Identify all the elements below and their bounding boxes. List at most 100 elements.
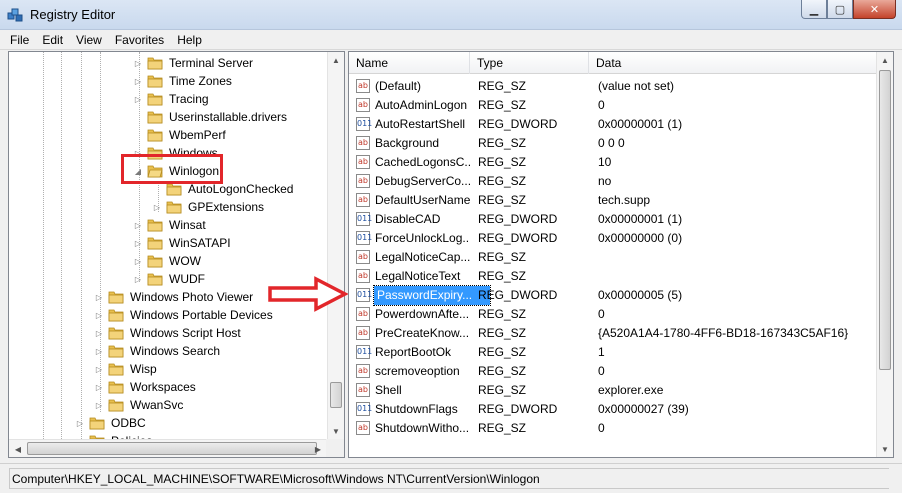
registry-value-row[interactable]: ab PowerdownAfte... REG_SZ 0 [349, 305, 877, 324]
list-scroll-up-icon[interactable]: ▲ [877, 52, 893, 68]
key-tree-pane[interactable]: ▷ Terminal Server ▷ Time Zones ▷ Tracing Useri… [8, 51, 345, 458]
expand-arrow-icon[interactable]: ▷ [94, 347, 104, 356]
string-value-icon: ab [356, 326, 370, 340]
tree-vertical-scrollbar[interactable]: ▲ ▼ [327, 52, 344, 439]
tree-vscroll-thumb[interactable] [330, 382, 342, 408]
maximize-button[interactable]: ▢ [827, 0, 853, 19]
list-vertical-scrollbar[interactable]: ▲ ▼ [876, 52, 893, 457]
value-name: DefaultUserName [375, 193, 470, 207]
registry-value-row[interactable]: 011 ShutdownFlags REG_DWORD 0x00000027 (39) [349, 400, 877, 419]
menu-help[interactable]: Help [177, 33, 202, 47]
tree-guide-line [81, 52, 82, 439]
folder-icon [108, 344, 124, 358]
tree-node[interactable]: ▷ Winsat [133, 216, 207, 234]
folder-icon [147, 56, 163, 70]
menu-edit[interactable]: Edit [42, 33, 63, 47]
registry-value-row[interactable]: ab (Default) REG_SZ (value not set) [349, 77, 877, 96]
registry-value-row[interactable]: ab ShutdownWitho... REG_SZ 0 [349, 419, 877, 438]
minimize-button[interactable]: ▁ [801, 0, 827, 19]
registry-value-row[interactable]: 011 ReportBootOk REG_SZ 1 [349, 343, 877, 362]
tree-node[interactable]: ▷ ODBC [75, 414, 147, 432]
expand-arrow-icon[interactable]: ▷ [94, 401, 104, 410]
menu-file[interactable]: File [10, 33, 29, 47]
registry-value-row[interactable]: ab LegalNoticeText REG_SZ [349, 267, 877, 286]
expand-arrow-icon[interactable]: ▷ [94, 293, 104, 302]
menu-favorites[interactable]: Favorites [115, 33, 164, 47]
window-title: Registry Editor [30, 7, 116, 22]
value-type: REG_SZ [478, 345, 527, 359]
value-name: AutoAdminLogon [375, 98, 468, 112]
expand-arrow-icon[interactable]: ▷ [94, 329, 104, 338]
tree-node[interactable]: WbemPerf [133, 126, 227, 144]
expand-arrow-icon[interactable]: ▷ [94, 383, 104, 392]
tree-node[interactable]: ▷ WOW [133, 252, 202, 270]
value-type: REG_SZ [478, 193, 527, 207]
registry-value-row[interactable]: ab AutoAdminLogon REG_SZ 0 [349, 96, 877, 115]
column-header-type[interactable]: Type [470, 52, 589, 74]
expand-arrow-icon[interactable]: ▷ [133, 275, 143, 284]
tree-node[interactable]: ▷ Terminal Server [133, 54, 254, 72]
expand-arrow-icon[interactable]: ▷ [133, 59, 143, 68]
value-data: 0x00000027 (39) [598, 402, 689, 416]
scroll-down-icon[interactable]: ▼ [328, 423, 344, 439]
expand-arrow-icon[interactable]: ▷ [133, 257, 143, 266]
value-data: {A520A1A4-1780-4FF6-BD18-167343C5AF16} [598, 326, 849, 340]
list-scroll-down-icon[interactable]: ▼ [877, 441, 893, 457]
registry-value-row[interactable]: ab PreCreateKnow... REG_SZ {A520A1A4-1780-4… [349, 324, 877, 343]
scroll-up-icon[interactable]: ▲ [328, 52, 344, 68]
tree-node[interactable]: ▷ Windows Portable Devices [94, 306, 274, 324]
tree-node[interactable]: ▷ GPExtensions [152, 198, 265, 216]
folder-icon [147, 254, 163, 268]
tree-node[interactable]: ▷ WUDF [133, 270, 206, 288]
list-vscroll-thumb[interactable] [879, 70, 891, 370]
registry-value-row[interactable]: ab DebugServerCo... REG_SZ no [349, 172, 877, 191]
expand-arrow-icon[interactable]: ▷ [133, 95, 143, 104]
folder-icon [89, 416, 105, 430]
registry-value-row[interactable]: ab CachedLogonsC... REG_SZ 10 [349, 153, 877, 172]
registry-value-row[interactable]: ab DefaultUserName REG_SZ tech.supp [349, 191, 877, 210]
tree-node[interactable]: ▷ Windows Script Host [94, 324, 242, 342]
registry-value-row[interactable]: 011 ForceUnlockLog... REG_DWORD 0x00000000 … [349, 229, 877, 248]
tree-node[interactable]: ▷ Windows Search [94, 342, 221, 360]
tree-node[interactable]: ▷ WinSATAPI [133, 234, 232, 252]
close-button[interactable]: ✕ [853, 0, 896, 19]
column-header-name[interactable]: Name [349, 52, 470, 74]
tree-hscroll-thumb[interactable] [27, 442, 317, 455]
expand-arrow-icon[interactable]: ▷ [94, 365, 104, 374]
tree-node[interactable]: ▷ Tracing [133, 90, 210, 108]
tree-node[interactable]: ▷Policies [75, 432, 153, 439]
registry-value-row[interactable]: 011 AutoRestartShell REG_DWORD 0x00000001 (… [349, 115, 877, 134]
expand-arrow-icon[interactable]: ▷ [152, 203, 162, 212]
tree-node[interactable]: ▷ Time Zones [133, 72, 233, 90]
expand-arrow-icon[interactable]: ▷ [75, 419, 85, 428]
column-header-data[interactable]: Data [589, 52, 877, 74]
expand-arrow-icon[interactable]: ▷ [133, 239, 143, 248]
registry-value-row[interactable]: 011 DisableCAD REG_DWORD 0x00000001 (1) [349, 210, 877, 229]
tree-node[interactable]: Userinstallable.drivers [133, 108, 288, 126]
tree-node[interactable]: ▷ Wisp [94, 360, 158, 378]
value-name: LegalNoticeText [375, 269, 461, 283]
tree-node[interactable]: ▷ WwanSvc [94, 396, 184, 414]
registry-value-row[interactable]: ab Background REG_SZ 0 0 0 [349, 134, 877, 153]
tree-node[interactable]: ▷ Windows Photo Viewer [94, 288, 254, 306]
value-name: (Default) [375, 79, 422, 93]
value-type: REG_DWORD [478, 288, 558, 302]
expand-arrow-icon[interactable]: ▷ [133, 221, 143, 230]
registry-value-row[interactable]: ab LegalNoticeCap... REG_SZ [349, 248, 877, 267]
tree-node[interactable]: ▷ Workspaces [94, 378, 197, 396]
registry-value-row[interactable]: ab scremoveoption REG_SZ 0 [349, 362, 877, 381]
tree-node-label: WOW [169, 254, 201, 268]
registry-value-row[interactable]: ab Shell REG_SZ explorer.exe [349, 381, 877, 400]
string-value-icon: ab [356, 250, 370, 264]
expand-arrow-icon[interactable]: ▷ [133, 77, 143, 86]
registry-value-row[interactable]: 011 PasswordExpiry... REG_DWORD 0x00000005 … [349, 285, 877, 306]
tree-horizontal-scrollbar[interactable]: ◀ ▶ [9, 439, 327, 457]
value-data: explorer.exe [598, 383, 664, 397]
value-data: 0 [598, 364, 605, 378]
expand-arrow-icon[interactable]: ▷ [94, 311, 104, 320]
scroll-right-icon[interactable]: ▶ [310, 441, 326, 457]
tree-node-label: ODBC [111, 416, 146, 430]
values-list-pane[interactable]: Name Type Data ab (Default) REG_SZ (value n… [348, 51, 894, 458]
menu-view[interactable]: View [76, 33, 102, 47]
scroll-left-icon[interactable]: ◀ [10, 441, 26, 457]
